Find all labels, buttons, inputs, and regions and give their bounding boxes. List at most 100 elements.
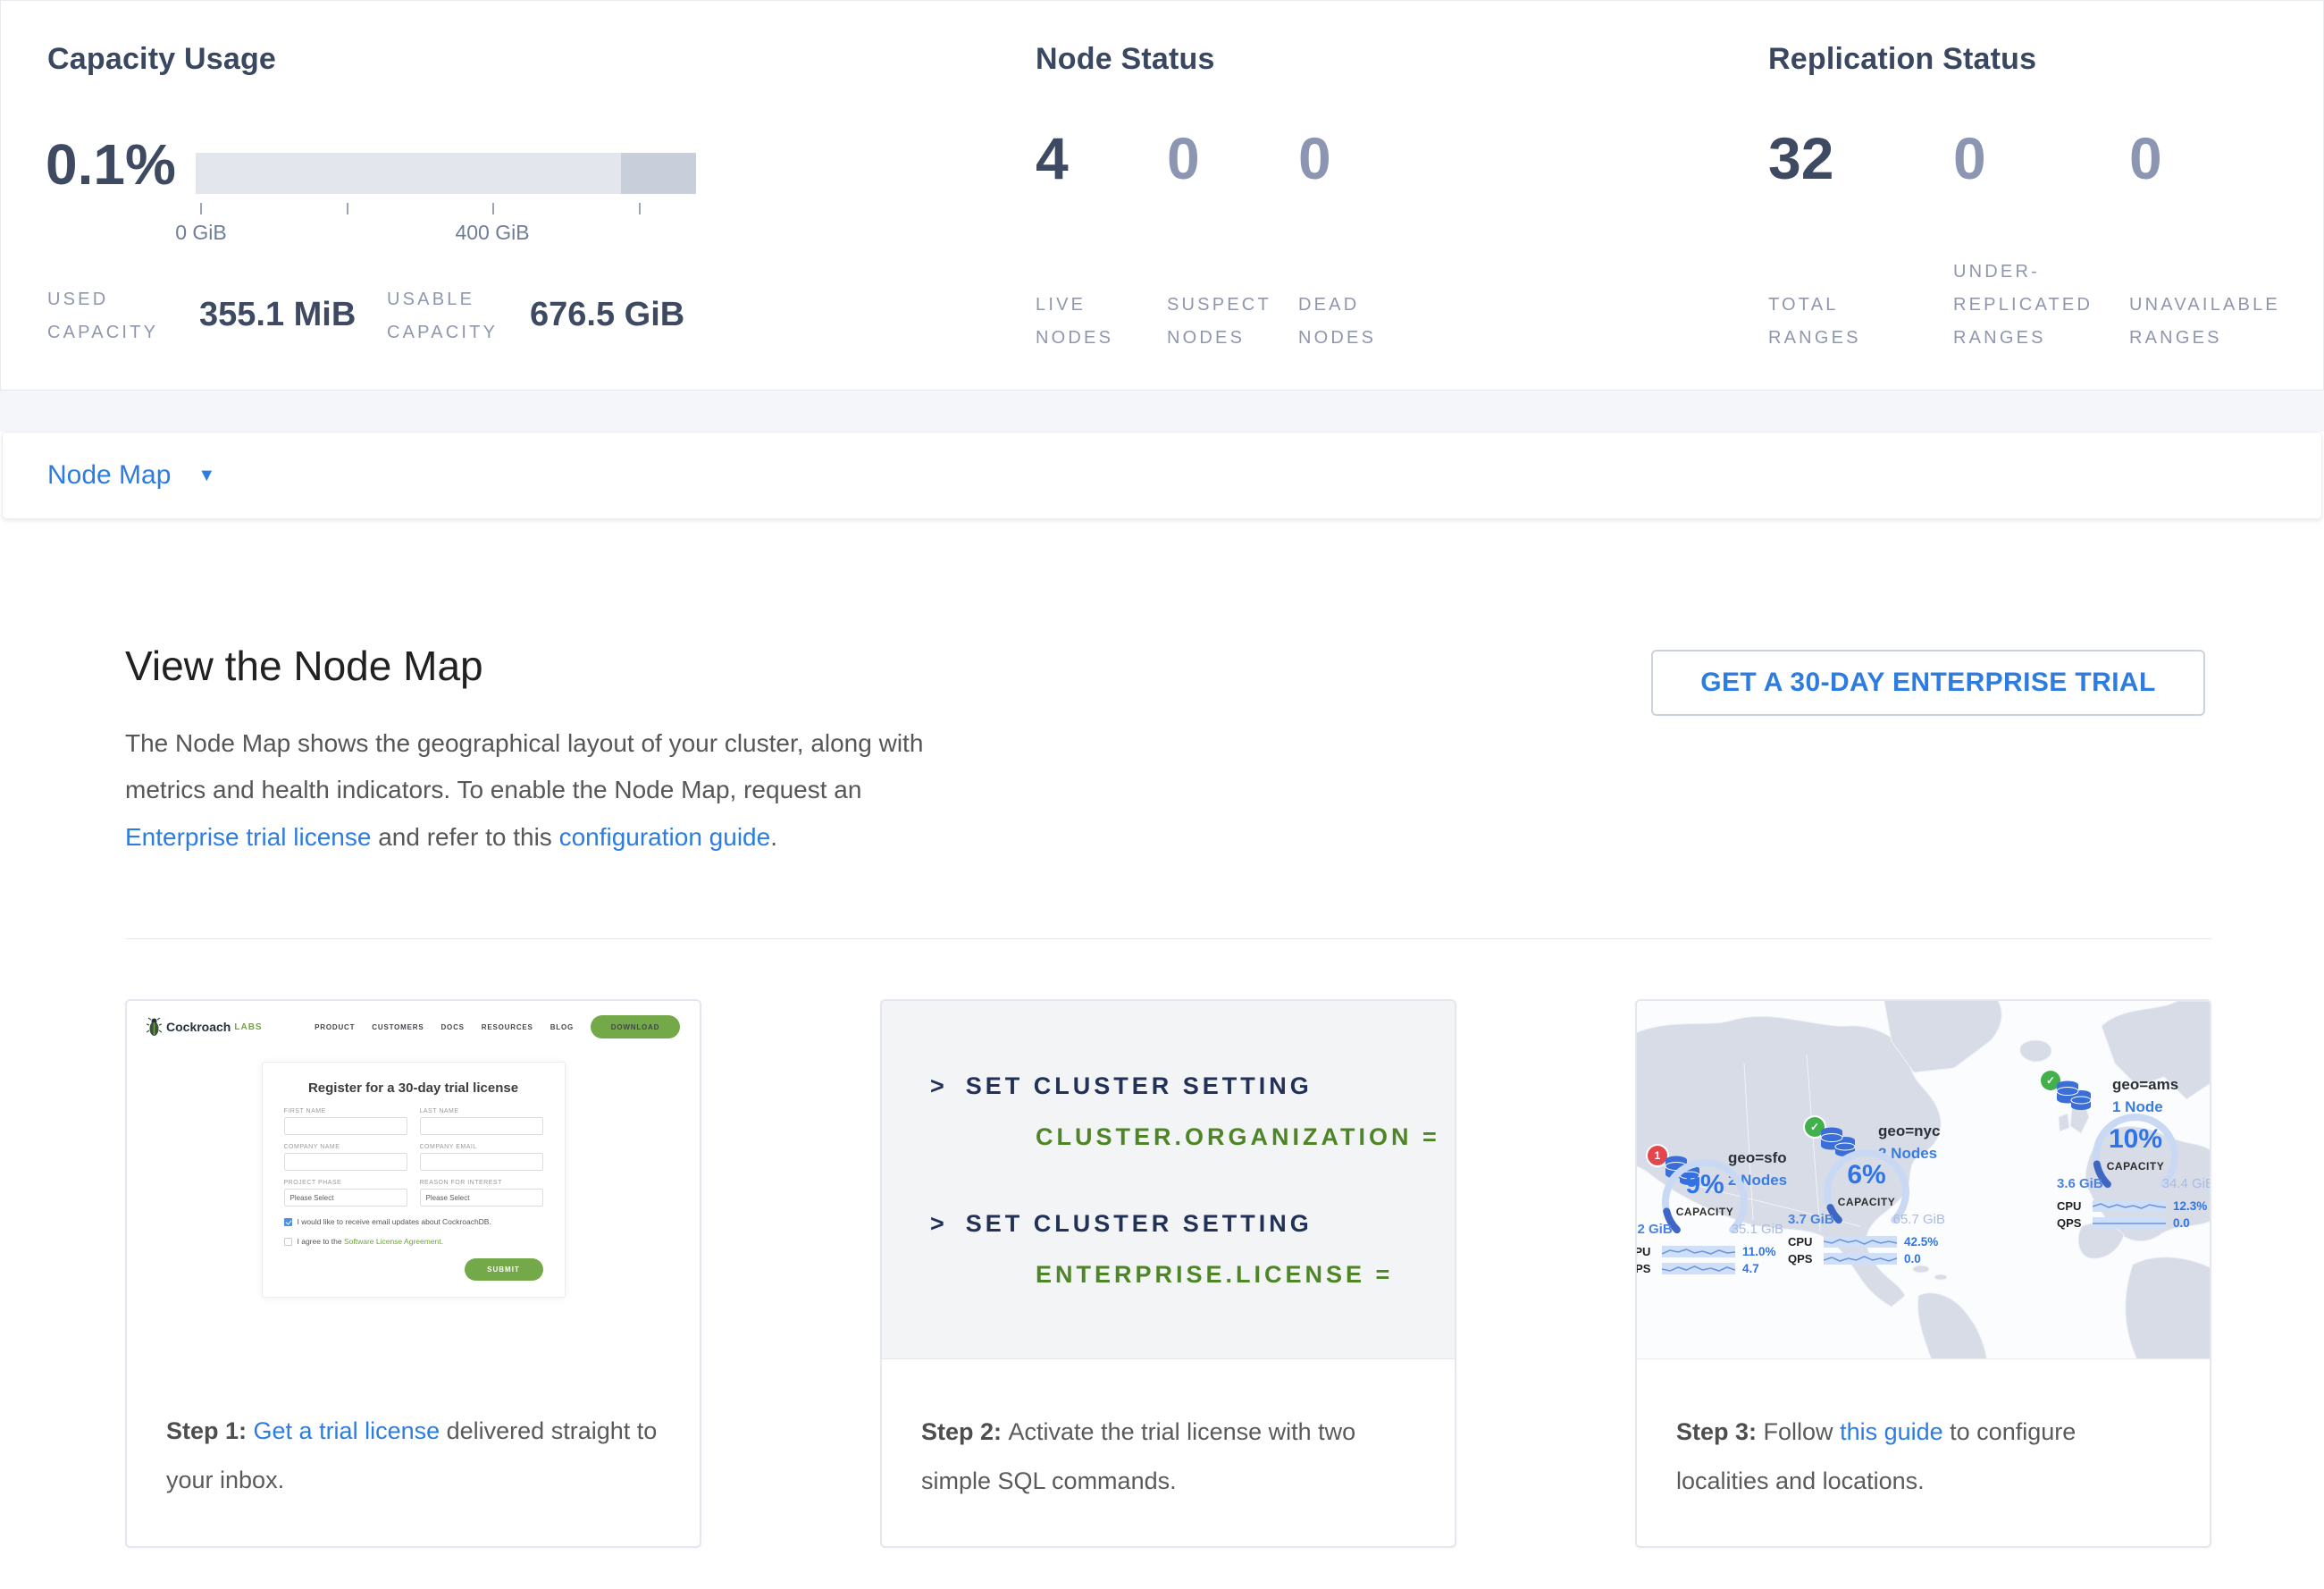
step1-caption: Step 1: Get a trial license delivered st… bbox=[127, 1358, 700, 1506]
step2-caption: Step 2: Activate the trial license with … bbox=[882, 1359, 1455, 1507]
used-capacity-label: USED CAPACITY bbox=[47, 283, 186, 349]
total-ranges-label: TOTAL RANGES bbox=[1768, 289, 1889, 355]
checkbox-label: I would like to receive email updates ab… bbox=[298, 1217, 491, 1226]
dead-nodes-value: 0 bbox=[1298, 124, 1331, 192]
checkbox-checked-icon[interactable] bbox=[284, 1218, 292, 1226]
used-capacity-value: 355.1 MiB bbox=[199, 296, 356, 334]
usable-capacity-label: USABLE CAPACITY bbox=[387, 283, 534, 349]
capacity-usage-title: Capacity Usage bbox=[47, 42, 276, 77]
first-name-input[interactable] bbox=[284, 1117, 407, 1135]
live-nodes-value: 4 bbox=[1036, 124, 1069, 192]
unavailable-ranges-label: UNAVAILABLE RANGES bbox=[2129, 289, 2324, 355]
cpu-value: 42.5% bbox=[1904, 1235, 1945, 1248]
checkbox-unchecked-icon[interactable] bbox=[284, 1238, 292, 1246]
software-license-agreement-link[interactable]: Software License Agreement. bbox=[344, 1237, 443, 1246]
locality-name[interactable]: geo=ams bbox=[2112, 1076, 2178, 1094]
mini-site-header: Cockroach LABS PRODUCT CUSTOMERS DOCS RE… bbox=[147, 1015, 680, 1038]
capacity-percent: 0.1% bbox=[46, 131, 176, 198]
steps-row: Cockroach LABS PRODUCT CUSTOMERS DOCS RE… bbox=[125, 999, 2211, 1548]
usable-capacity-value: 676.5 GiB bbox=[530, 296, 684, 334]
form-field: FIRST NAME bbox=[284, 1108, 407, 1135]
step1-card: Cockroach LABS PRODUCT CUSTOMERS DOCS RE… bbox=[125, 999, 701, 1548]
capacity-label: CAPACITY bbox=[1637, 1206, 1785, 1218]
cpu-sparkline bbox=[2093, 1200, 2166, 1212]
total-gib: 65.7 GiB bbox=[1893, 1212, 1945, 1227]
email-updates-checkbox-row: I would like to receive email updates ab… bbox=[284, 1217, 543, 1226]
last-name-input[interactable] bbox=[420, 1117, 543, 1135]
page-background-strip bbox=[0, 391, 2324, 432]
cpu-label: CPU bbox=[1788, 1235, 1822, 1248]
submit-button[interactable]: SUBMIT bbox=[465, 1258, 543, 1281]
sql-keyword: SET CLUSTER SETTING bbox=[966, 1210, 1313, 1237]
step-number: Step 3: bbox=[1676, 1418, 1764, 1445]
form-field: PROJECT PHASE Please Select bbox=[284, 1180, 407, 1206]
chevron-down-icon[interactable]: ▼ bbox=[197, 466, 215, 486]
replication-status-title: Replication Status bbox=[1768, 42, 2036, 77]
section-divider bbox=[125, 938, 2211, 939]
step2-card: >SET CLUSTER SETTING CLUSTER.ORGANIZATIO… bbox=[880, 999, 1456, 1548]
step3-card: 1 geo=sfo 2 Nodes 9% CAPACITY 3.2 GiB35.… bbox=[1635, 999, 2211, 1548]
company-name-input[interactable] bbox=[284, 1153, 407, 1171]
capacity-bar-reserved-segment bbox=[621, 153, 696, 194]
cpu-value: 11.0% bbox=[1742, 1245, 1783, 1258]
field-label: COMPANY EMAIL bbox=[420, 1144, 543, 1150]
nav-item-customers[interactable]: CUSTOMERS bbox=[372, 1023, 424, 1031]
trial-registration-form: Register for a 30-day trial license FIRS… bbox=[262, 1062, 566, 1298]
qps-sparkline bbox=[2093, 1217, 2166, 1229]
cpu-sparkline bbox=[1824, 1236, 1897, 1248]
reason-for-interest-select[interactable]: Please Select bbox=[420, 1189, 543, 1206]
total-ranges-value: 32 bbox=[1768, 124, 1833, 192]
node-map-dropdown[interactable]: Node Map bbox=[47, 460, 171, 491]
project-phase-select[interactable]: Please Select bbox=[284, 1189, 407, 1206]
prompt-symbol: > bbox=[930, 1072, 948, 1099]
under-replicated-ranges-label: UNDER-REPLICATED RANGES bbox=[1953, 256, 2136, 355]
company-email-input[interactable] bbox=[420, 1153, 543, 1171]
form-title: Register for a 30-day trial license bbox=[284, 1080, 543, 1096]
stats-panel: Capacity Usage 0.1% 0 GiB 400 GiB USED C… bbox=[0, 0, 2324, 391]
form-field: LAST NAME bbox=[420, 1108, 543, 1135]
nav-item-product[interactable]: PRODUCT bbox=[315, 1023, 355, 1031]
cluster-overview-page: Capacity Usage 0.1% 0 GiB 400 GiB USED C… bbox=[0, 0, 2324, 1589]
form-field: COMPANY NAME bbox=[284, 1144, 407, 1171]
locality-name[interactable]: geo=nyc bbox=[1878, 1122, 1940, 1140]
axis-tick-label: 0 GiB bbox=[147, 221, 255, 245]
capacity-percent-value: 9% bbox=[1637, 1170, 1785, 1200]
axis-tick-label: 400 GiB bbox=[439, 221, 546, 245]
capacity-label: CAPACITY bbox=[1786, 1196, 1947, 1208]
this-guide-link[interactable]: this guide bbox=[1840, 1418, 1943, 1445]
step-number: Step 2: bbox=[921, 1418, 1009, 1445]
form-field: REASON FOR INTEREST Please Select bbox=[420, 1180, 543, 1206]
qps-value: 0.0 bbox=[2173, 1216, 2210, 1230]
trial-license-site-screenshot: Cockroach LABS PRODUCT CUSTOMERS DOCS RE… bbox=[127, 1001, 700, 1358]
suspect-nodes-label: SUSPECT NODES bbox=[1167, 289, 1288, 355]
dead-nodes-label: DEAD NODES bbox=[1298, 289, 1401, 355]
configuration-guide-link[interactable]: configuration guide bbox=[559, 823, 771, 851]
capacity-gauge: 9% CAPACITY 3.2 GiB35.1 GiB CPU11.0% QPS… bbox=[1637, 1159, 1785, 1284]
sql-commands-panel: >SET CLUSTER SETTING CLUSTER.ORGANIZATIO… bbox=[882, 1001, 1455, 1359]
caption-text: Follow bbox=[1764, 1418, 1841, 1445]
enterprise-trial-license-link[interactable]: Enterprise trial license bbox=[125, 823, 371, 851]
qps-label: QPS bbox=[2057, 1216, 2091, 1230]
view-selector-bar: Node Map ▼ bbox=[2, 432, 2322, 519]
total-gib: 34.4 GiB bbox=[2162, 1176, 2210, 1191]
field-label: PROJECT PHASE bbox=[284, 1180, 407, 1186]
nav-item-docs[interactable]: DOCS bbox=[440, 1023, 464, 1031]
nav-item-blog[interactable]: BLOG bbox=[550, 1023, 574, 1031]
cpu-label: CPU bbox=[1637, 1245, 1660, 1258]
qps-value: 4.7 bbox=[1742, 1262, 1783, 1275]
sql-command: >SET CLUSTER SETTING CLUSTER.ORGANIZATIO… bbox=[930, 1072, 1455, 1151]
intro-description: The Node Map shows the geographical layo… bbox=[125, 720, 974, 861]
cpu-label: CPU bbox=[2057, 1199, 2091, 1213]
get-enterprise-trial-button[interactable]: GET A 30-DAY ENTERPRISE TRIAL bbox=[1651, 650, 2205, 716]
nav-item-resources[interactable]: RESOURCES bbox=[482, 1023, 533, 1031]
suspect-nodes-value: 0 bbox=[1167, 124, 1200, 192]
field-label: LAST NAME bbox=[420, 1108, 543, 1114]
used-gib: 3.2 GiB bbox=[1637, 1222, 1673, 1237]
qps-sparkline bbox=[1824, 1253, 1897, 1265]
download-button[interactable]: DOWNLOAD bbox=[591, 1015, 680, 1038]
qps-sparkline bbox=[1662, 1263, 1735, 1274]
get-trial-license-link[interactable]: Get a trial license bbox=[254, 1417, 440, 1444]
checkbox-label: I agree to the Software License Agreemen… bbox=[298, 1237, 444, 1246]
axis-tick bbox=[200, 203, 202, 214]
capacity-percent-value: 6% bbox=[1786, 1160, 1947, 1190]
